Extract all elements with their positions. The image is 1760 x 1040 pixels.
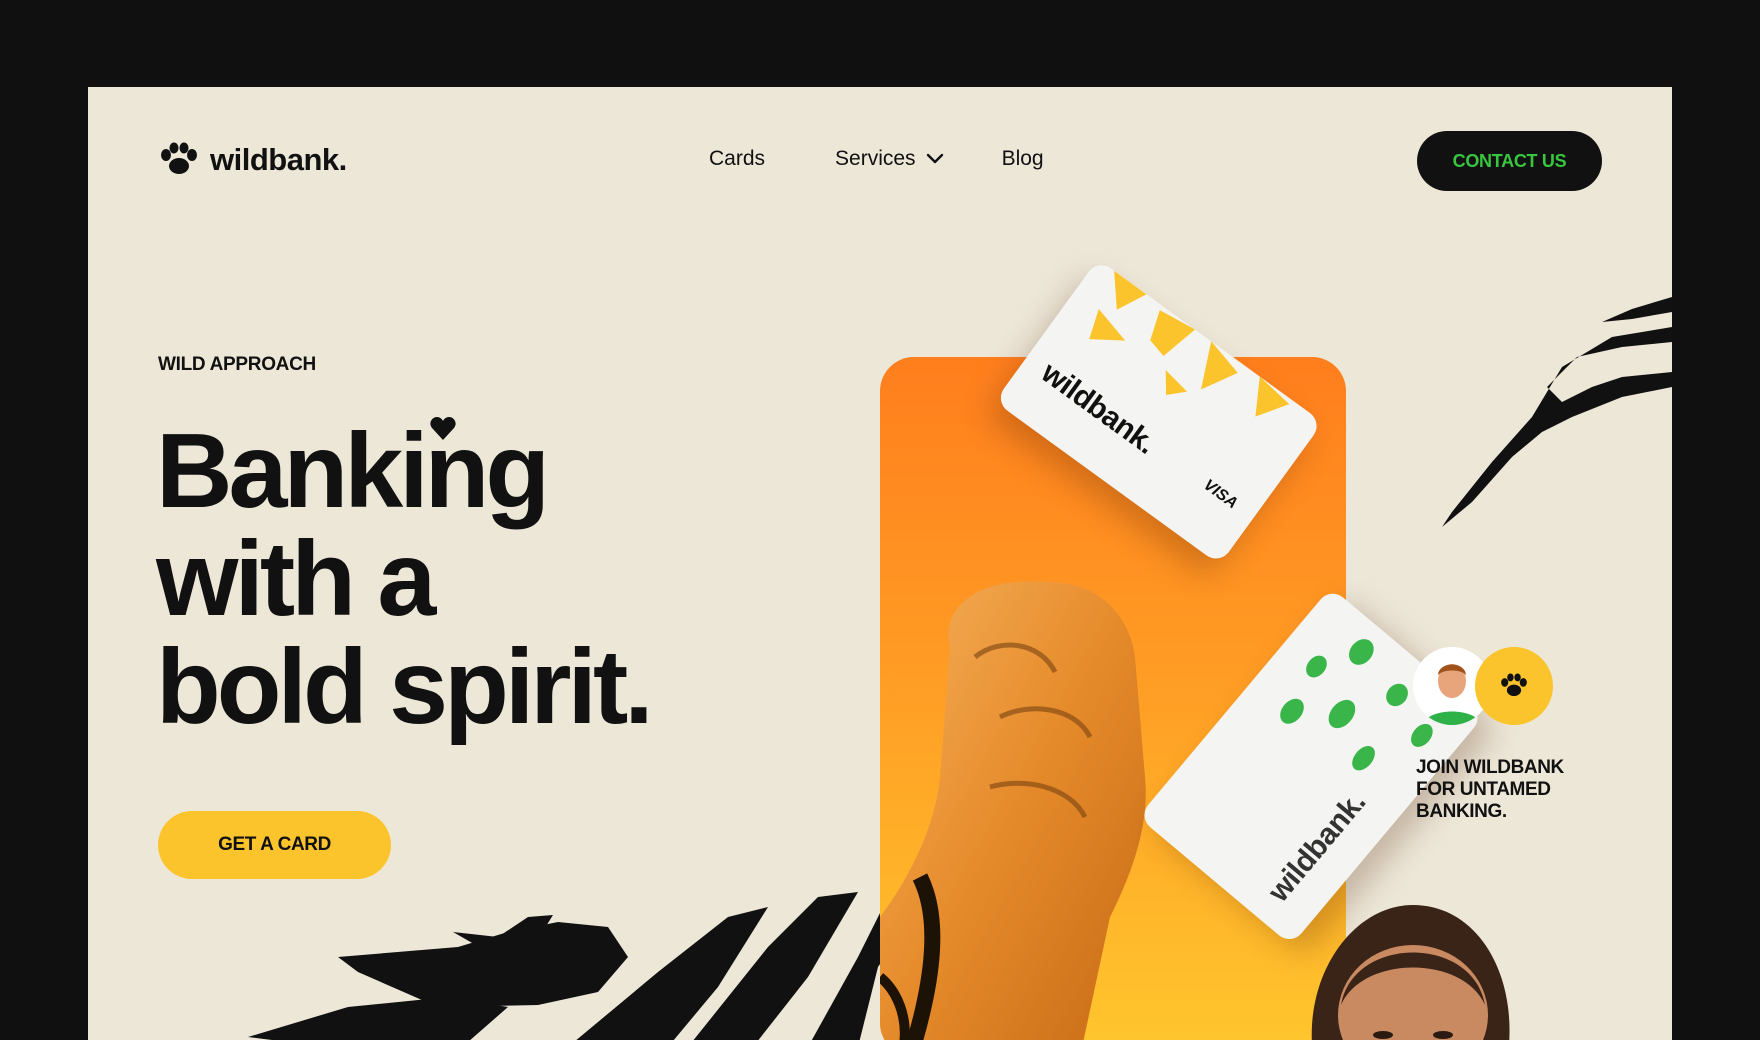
chevron-down-icon [926, 153, 943, 164]
main-nav: Cards Services Blog [709, 147, 1114, 171]
card1-visa: VISA [1200, 476, 1241, 513]
tiger-stripes-bottom [248, 892, 928, 1040]
nav-item-cards[interactable]: Cards [709, 147, 765, 171]
join-text: JOIN WILDBANK FOR UNTAMED BANKING. [1416, 757, 1596, 823]
headline-line-2: with a [156, 520, 436, 638]
paw-icon [1501, 673, 1527, 696]
heart-icon [430, 417, 456, 440]
card2-brand: wildbank. [1261, 785, 1373, 909]
page-frame: wildbank. Cards Services Blog CONTACT US… [88, 87, 1672, 1040]
brand-name: wildbank. [210, 142, 347, 177]
paw-icon [161, 142, 197, 174]
nav-item-services[interactable]: Services [835, 147, 944, 171]
join-line-1: JOIN WILDBANK [1416, 757, 1564, 778]
headline-line-3: bold spirit. [156, 628, 654, 746]
nav-item-services-label: Services [835, 147, 916, 170]
join-line-2: FOR UNTAMED [1416, 779, 1551, 800]
contact-us-button[interactable]: CONTACT US [1417, 131, 1602, 191]
headline-line-1: Banking [156, 412, 550, 530]
join-avatars [1413, 647, 1553, 725]
join-line-3: BANKING. [1416, 801, 1507, 822]
nav-item-blog[interactable]: Blog [1002, 147, 1044, 171]
hero-headline: Banking with a bold spirit. [156, 412, 654, 746]
brand-logo[interactable]: wildbank. [158, 142, 347, 178]
portrait-woman [1293, 895, 1523, 1040]
paw-badge [1475, 647, 1553, 725]
hero-eyebrow: WILD APPROACH [158, 354, 316, 375]
tiger-stripes-right [1442, 297, 1672, 527]
get-a-card-button[interactable]: GET A CARD [158, 811, 391, 879]
